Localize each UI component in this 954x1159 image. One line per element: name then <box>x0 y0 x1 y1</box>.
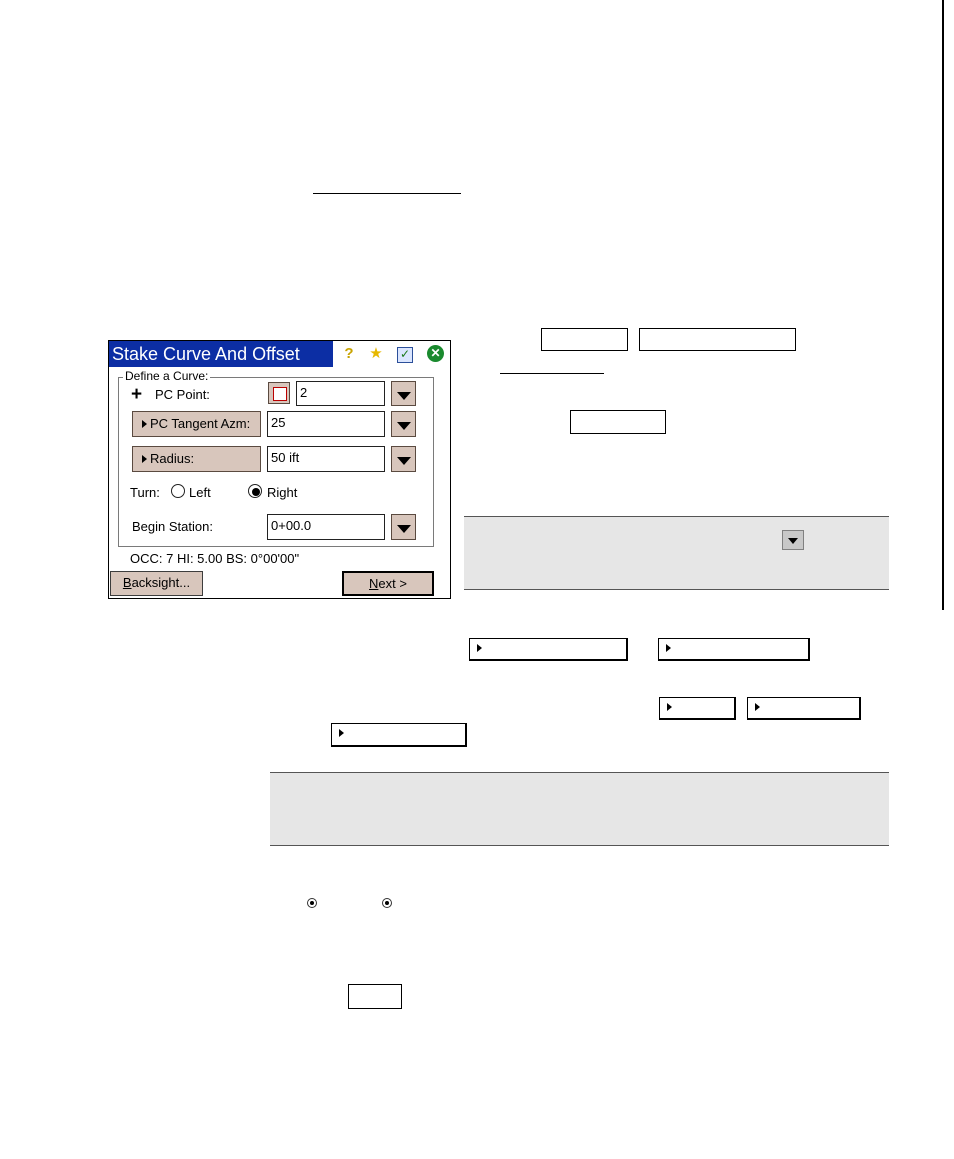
pc-tangent-azm-button[interactable]: PC Tangent Azm: <box>132 411 261 437</box>
note-box-1 <box>464 516 889 590</box>
inline-tan-button-reference-4 <box>747 697 861 720</box>
inline-tan-button-reference-5 <box>331 723 467 747</box>
begin-station-field[interactable]: 0+00.0 <box>267 514 385 540</box>
inline-button-reference-4 <box>348 984 402 1009</box>
title-icons: ? ★ ✕ <box>333 341 450 367</box>
begin-station-label: Begin Station: <box>132 519 213 534</box>
favorites-icon[interactable]: ★ <box>367 345 385 363</box>
radius-label: Radius: <box>150 451 195 466</box>
radius-dropdown[interactable] <box>391 446 416 472</box>
inline-tan-button-reference-2 <box>658 638 810 661</box>
page-margin-rule <box>942 0 944 610</box>
backsight-button[interactable]: Backsight... <box>110 571 203 596</box>
title-bar: Stake Curve And Offset ? ★ ✕ <box>109 341 450 367</box>
inline-tan-button-reference-3 <box>659 697 736 720</box>
status-line: OCC: 7 HI: 5.00 BS: 0°00'00" <box>130 551 300 566</box>
pc-tangent-azm-label: PC Tangent Azm: <box>150 416 251 431</box>
turn-right-label[interactable]: Right <box>267 485 297 501</box>
turn-label: Turn: <box>130 485 160 500</box>
heading-underline <box>313 193 461 194</box>
inline-tan-button-reference-1 <box>469 638 628 661</box>
next-button[interactable]: Next > <box>342 571 434 596</box>
group-label: Define a Curve: <box>123 369 211 383</box>
radius-button[interactable]: Radius: <box>132 446 261 472</box>
inline-button-reference-3 <box>570 410 666 434</box>
map-pick-button[interactable] <box>268 382 290 404</box>
pc-point-label: PC Point: <box>155 387 210 402</box>
turn-left-radio[interactable] <box>171 484 185 498</box>
dropdown-arrow-icon <box>782 530 804 550</box>
turn-left-label[interactable]: Left <box>189 485 211 501</box>
pc-tangent-azm-dropdown[interactable] <box>391 411 416 437</box>
inline-button-reference-2 <box>639 328 796 351</box>
inline-underline <box>500 373 604 374</box>
task-icon[interactable] <box>397 345 413 363</box>
expand-arrow-icon <box>142 420 147 428</box>
pc-point-dropdown[interactable] <box>391 381 416 406</box>
pc-tangent-azm-field[interactable]: 25 <box>267 411 385 437</box>
begin-station-dropdown[interactable] <box>391 514 416 540</box>
pc-point-field[interactable]: 2 <box>296 381 385 406</box>
radio-icon <box>307 898 317 908</box>
note-box-2 <box>270 772 889 846</box>
window-title: Stake Curve And Offset <box>112 344 300 364</box>
stake-curve-screen: Stake Curve And Offset ? ★ ✕ Define a Cu… <box>108 340 451 599</box>
radius-field[interactable]: 50 ift <box>267 446 385 472</box>
radio-icon <box>382 898 392 908</box>
add-point-icon[interactable]: + <box>131 385 142 404</box>
inline-button-reference-1 <box>541 328 628 351</box>
help-icon[interactable]: ? <box>340 345 358 363</box>
expand-arrow-icon <box>142 455 147 463</box>
close-icon[interactable]: ✕ <box>427 345 444 362</box>
turn-right-radio[interactable] <box>248 484 262 498</box>
